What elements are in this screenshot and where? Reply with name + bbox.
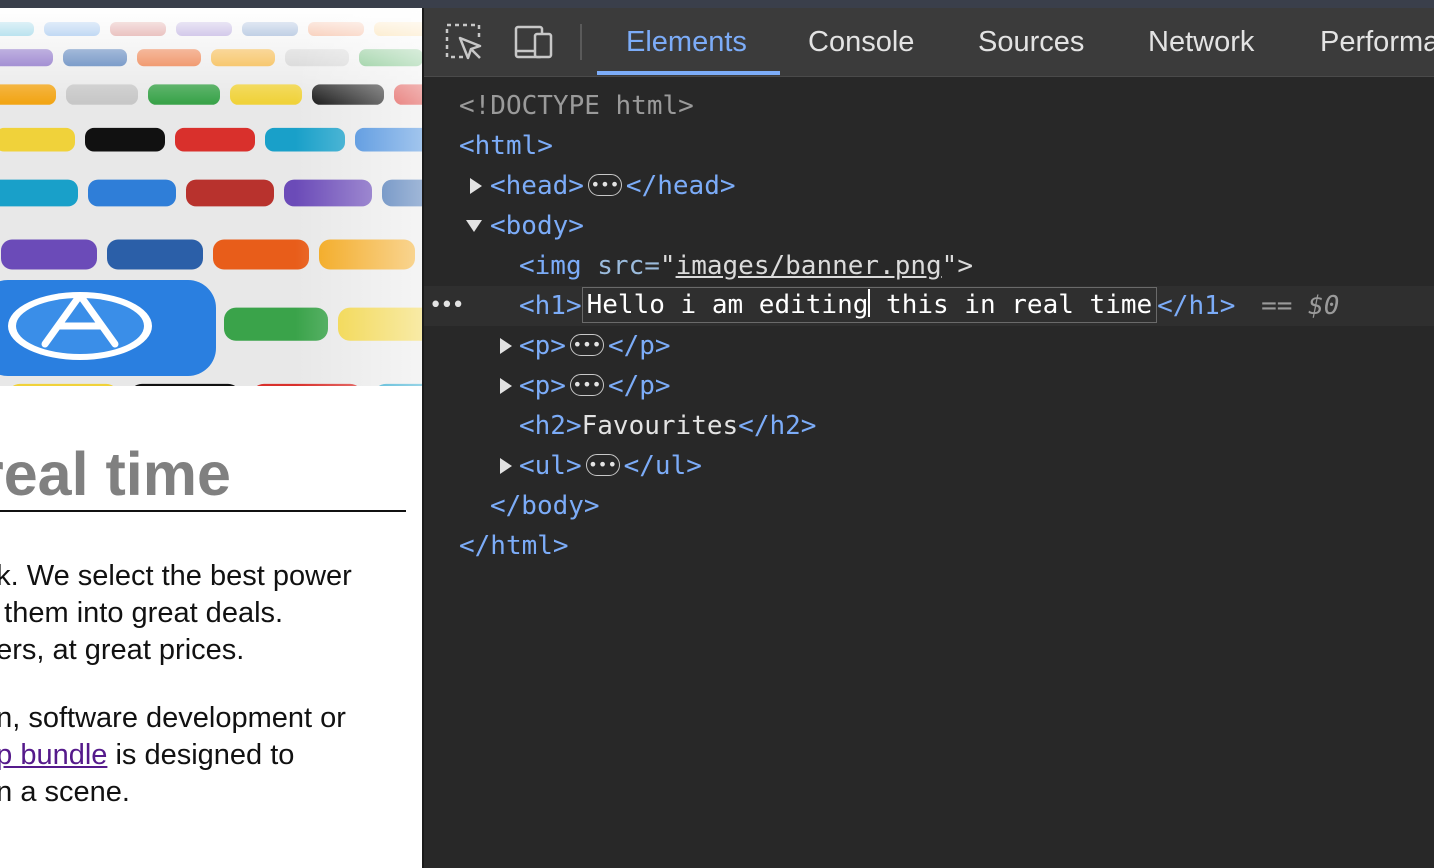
h1-text-edit-field[interactable]: Hello i am editing this in real time [581, 286, 1158, 323]
window-top-strip [0, 0, 1434, 8]
devtools-tabbar: Elements Console Sources Network Perform… [424, 8, 1434, 77]
dom-node-body-close[interactable]: </body> [424, 486, 1434, 526]
dom-node-body[interactable]: <body> [424, 206, 1434, 246]
tab-console[interactable]: Console [808, 8, 914, 74]
intro-line-1: ek. We select the best power [0, 560, 352, 592]
tab-elements[interactable]: Elements [626, 8, 747, 74]
expand-arrow-icon[interactable] [500, 378, 512, 394]
page-heading: real time [0, 440, 231, 508]
tab-network[interactable]: Network [1148, 8, 1254, 74]
toolbar-divider [580, 24, 582, 60]
bundle-line-2: pp bundle is designed to [0, 737, 422, 774]
bundle-line-1: gn, software development or [0, 702, 346, 734]
dom-node-doctype[interactable]: <!DOCTYPE html> [424, 86, 1434, 126]
bundle-line-2-rest: is designed to [107, 739, 295, 771]
collapsed-ellipsis-icon[interactable]: ••• [569, 333, 604, 356]
dom-node-h1-selected[interactable]: ••• <h1> Hello i am editing this in real … [424, 286, 1434, 326]
dom-node-html[interactable]: <html> [424, 126, 1434, 166]
intro-line-2: e them into great deals. [0, 597, 284, 629]
collapsed-ellipsis-icon[interactable]: ••• [569, 373, 604, 396]
dom-node-head[interactable]: <head> ••• </head> [424, 166, 1434, 206]
bundle-paragraph: gn, software development or pp bundle is… [0, 700, 422, 811]
more-options-icon[interactable]: ••• [429, 286, 465, 326]
dom-node-p-1[interactable]: <p> ••• </p> [424, 326, 1434, 366]
expand-arrow-icon[interactable] [500, 338, 512, 354]
device-toolbar-icon[interactable] [512, 20, 556, 64]
active-tab-indicator [597, 71, 780, 75]
dom-node-ul[interactable]: <ul> ••• </ul> [424, 446, 1434, 486]
expand-arrow-icon[interactable] [470, 178, 482, 194]
dom-node-p-2[interactable]: <p> ••• </p> [424, 366, 1434, 406]
bundle-line-3: on a scene. [0, 776, 130, 808]
collapsed-ellipsis-icon[interactable]: ••• [585, 453, 620, 476]
app-icons-collage [0, 8, 422, 386]
page-viewport: real time ek. We select the best power e… [0, 8, 422, 868]
banner-image [0, 8, 422, 386]
heading-rule [0, 510, 406, 512]
tab-performance[interactable]: Performa [1320, 8, 1434, 74]
dom-node-html-close[interactable]: </html> [424, 526, 1434, 566]
img-src-link[interactable]: images/banner.png [676, 251, 942, 281]
intro-paragraph: ek. We select the best power e them into… [0, 558, 422, 669]
tab-sources[interactable]: Sources [978, 8, 1084, 74]
app-bundle-link[interactable]: pp bundle [0, 739, 107, 771]
text-caret [868, 289, 871, 317]
inspect-element-icon[interactable] [442, 20, 486, 64]
devtools-panel: Elements Console Sources Network Perform… [424, 8, 1434, 868]
intro-line-3: hers, at great prices. [0, 634, 245, 666]
collapse-arrow-icon[interactable] [466, 220, 482, 232]
dom-node-h2[interactable]: <h2>Favourites</h2> [424, 406, 1434, 446]
expand-arrow-icon[interactable] [500, 458, 512, 474]
dom-node-img[interactable]: <img src="images/banner.png"> [424, 246, 1434, 286]
collapsed-ellipsis-icon[interactable]: ••• [587, 173, 622, 196]
